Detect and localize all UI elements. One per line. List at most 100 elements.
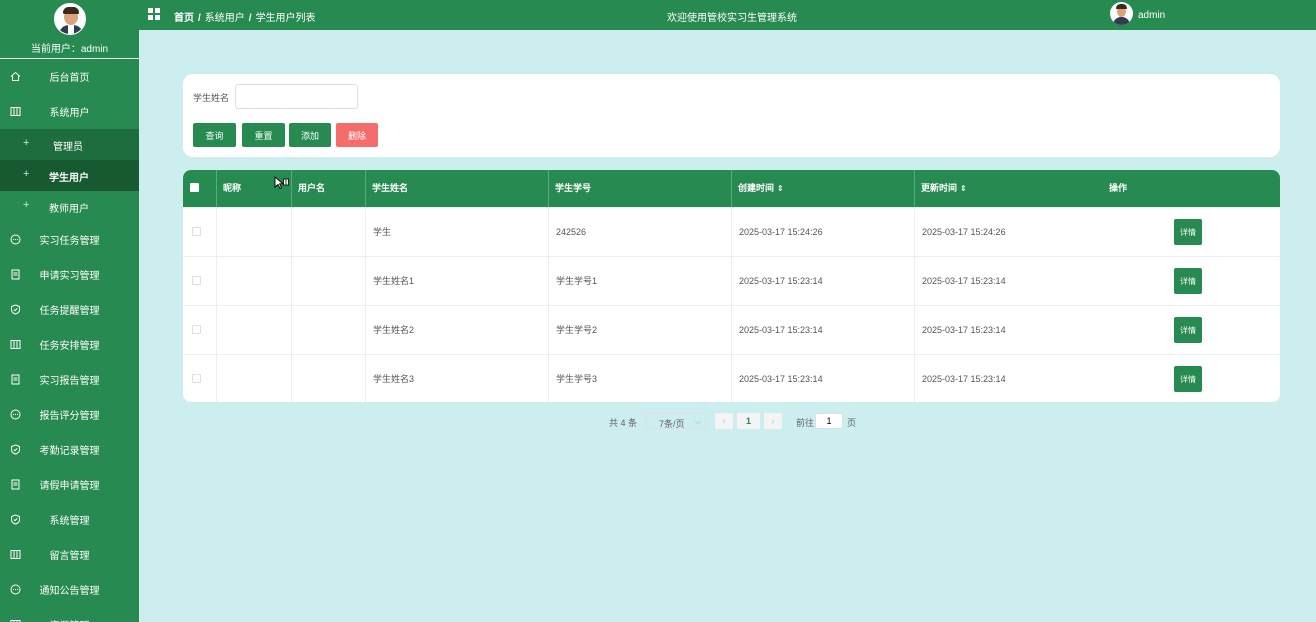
sidebar-item[interactable]: 任务安排管理 bbox=[0, 327, 139, 362]
chat-icon bbox=[10, 584, 21, 595]
cell-number: 学生学号3 bbox=[549, 355, 732, 402]
cell-updated: 2025-03-17 15:24:26 bbox=[922, 227, 1006, 237]
sidebar-subitem-label: 学生用户 bbox=[49, 173, 89, 184]
cell-name: 学生姓名1 bbox=[366, 257, 549, 305]
header-updated-time[interactable]: 更新时间 ⇕ bbox=[915, 170, 1280, 207]
search-panel: 学生姓名 查询 重置 添加 删除 bbox=[183, 74, 1280, 157]
cell-nickname bbox=[217, 208, 292, 256]
cell-created: 2025-03-17 15:23:14 bbox=[732, 306, 915, 354]
page-size-value: 7条/页 bbox=[659, 419, 685, 429]
add-button[interactable]: 添加 bbox=[289, 123, 331, 147]
breadcrumb-home[interactable]: 首页 bbox=[174, 13, 194, 24]
breadcrumb-current: 学生用户列表 bbox=[255, 13, 316, 24]
sidebar-item[interactable]: 系统管理 bbox=[0, 502, 139, 537]
cell-nickname bbox=[217, 306, 292, 354]
cell-created: 2025-03-17 15:24:26 bbox=[732, 208, 915, 256]
sidebar-item[interactable]: 留言管理 bbox=[0, 537, 139, 572]
document-icon bbox=[10, 479, 21, 490]
cell-updated: 2025-03-17 15:23:14 bbox=[922, 374, 1006, 384]
page-size-select[interactable]: 7条/页 ⌵ bbox=[645, 413, 706, 429]
cell-number: 242526 bbox=[549, 208, 732, 256]
chat-icon bbox=[10, 234, 21, 245]
sidebar-subitem-label: 管理员 bbox=[53, 142, 83, 153]
pagination: 共 4 条 7条/页 ⌵ ‹ 1 › 前往 页 bbox=[0, 413, 1316, 429]
sidebar-item[interactable]: 通知公告管理 bbox=[0, 572, 139, 607]
pagination-total: 共 4 条 bbox=[609, 418, 638, 428]
goto-page-input[interactable] bbox=[815, 413, 843, 429]
header-updated-time-label: 更新时间 bbox=[921, 183, 958, 193]
reset-button[interactable]: 重置 bbox=[242, 123, 285, 147]
document-icon bbox=[10, 269, 21, 280]
sidebar-item-system-users[interactable]: 系统用户 bbox=[0, 94, 139, 129]
sidebar-item[interactable]: 实习任务管理 bbox=[0, 222, 139, 257]
chevron-down-icon: ⌵ bbox=[694, 417, 701, 426]
welcome-title: 欢迎使用管校实习生管理系统 bbox=[667, 13, 797, 24]
shield-icon bbox=[10, 304, 21, 315]
sort-icon[interactable]: ⇕ bbox=[777, 184, 784, 193]
row-select-cell bbox=[183, 355, 217, 402]
cell-username bbox=[292, 355, 366, 402]
sort-icon[interactable]: ⇕ bbox=[960, 184, 967, 193]
cell-username bbox=[292, 208, 366, 256]
sidebar-item[interactable]: 实习报告管理 bbox=[0, 362, 139, 397]
header-student-number: 学生学号 bbox=[549, 170, 732, 207]
row-checkbox[interactable] bbox=[192, 276, 201, 285]
row-checkbox[interactable] bbox=[192, 325, 201, 334]
sidebar-item[interactable]: 任务提醒管理 bbox=[0, 292, 139, 327]
student-name-input[interactable] bbox=[235, 84, 358, 109]
cell-username bbox=[292, 306, 366, 354]
header-student-name: 学生姓名 bbox=[366, 170, 549, 207]
prev-page-button[interactable]: ‹ bbox=[715, 413, 733, 429]
detail-button[interactable]: 详情 bbox=[1174, 366, 1202, 392]
sidebar-item[interactable]: 请假申请管理 bbox=[0, 467, 139, 502]
cell-nickname bbox=[217, 355, 292, 402]
columns-icon bbox=[10, 549, 21, 560]
current-user-label: 当前用户：admin bbox=[30, 44, 109, 55]
sidebar-item-home[interactable]: 后台首页 bbox=[0, 59, 139, 94]
top-bar: 首页 / 系统用户 / 学生用户列表 欢迎使用管校实习生管理系统 admin bbox=[139, 0, 1316, 30]
header-username: 用户名 bbox=[292, 170, 366, 207]
cell-number: 学生学号1 bbox=[549, 257, 732, 305]
row-checkbox[interactable] bbox=[192, 374, 201, 383]
table-row: 学生 242526 2025-03-17 15:24:26 2025-03-17 15… bbox=[183, 207, 1280, 256]
breadcrumb: 首页 / 系统用户 / 学生用户列表 bbox=[174, 13, 316, 24]
plus-icon: + bbox=[23, 199, 30, 211]
sidebar-header: 当前用户：admin bbox=[0, 3, 139, 59]
table-row: 学生姓名3 学生学号3 2025-03-17 15:23:14 2025-03-17 … bbox=[183, 354, 1280, 402]
home-icon bbox=[10, 71, 21, 82]
plus-icon: + bbox=[23, 137, 30, 149]
delete-button[interactable]: 删除 bbox=[336, 123, 378, 147]
sidebar-item[interactable]: 申请实习管理 bbox=[0, 257, 139, 292]
cell-name: 学生姓名3 bbox=[366, 355, 549, 402]
user-avatar[interactable] bbox=[1110, 2, 1133, 25]
sidebar-item[interactable]: 考勤记录管理 bbox=[0, 432, 139, 467]
breadcrumb-system-users[interactable]: 系统用户 bbox=[205, 13, 245, 24]
sidebar-subitem-students[interactable]: + 学生用户 bbox=[0, 160, 139, 191]
cell-name: 学生 bbox=[366, 208, 549, 256]
row-select-cell bbox=[183, 208, 217, 256]
cell-number: 学生学号2 bbox=[549, 306, 732, 354]
select-all-checkbox[interactable] bbox=[190, 183, 199, 192]
cell-created: 2025-03-17 15:23:14 bbox=[732, 257, 915, 305]
document-icon bbox=[10, 374, 21, 385]
sidebar-subitem-teachers[interactable]: + 教师用户 bbox=[0, 191, 139, 222]
grid-menu-icon[interactable] bbox=[148, 8, 161, 21]
header-created-time-label: 创建时间 bbox=[738, 183, 775, 193]
page-number-current[interactable]: 1 bbox=[737, 413, 760, 429]
avatar bbox=[53, 3, 86, 35]
table-row: 学生姓名2 学生学号2 2025-03-17 15:23:14 2025-03-17 … bbox=[183, 305, 1280, 354]
detail-button[interactable]: 详情 bbox=[1174, 219, 1202, 245]
row-checkbox[interactable] bbox=[192, 227, 201, 236]
detail-button[interactable]: 详情 bbox=[1174, 268, 1202, 294]
header-created-time[interactable]: 创建时间 ⇕ bbox=[732, 170, 915, 207]
table-header: 昵称 用户名 学生姓名 学生学号 创建时间 ⇕ 更新时间 ⇕ 操作 bbox=[183, 170, 1280, 207]
header-actions: 操作 bbox=[1109, 183, 1128, 193]
next-page-button[interactable]: › bbox=[764, 413, 782, 429]
sidebar-item[interactable]: 资源管理 bbox=[0, 607, 139, 622]
sidebar-subitem-admin[interactable]: + 管理员 bbox=[0, 129, 139, 160]
detail-button[interactable]: 详情 bbox=[1174, 317, 1202, 343]
query-button[interactable]: 查询 bbox=[193, 123, 236, 147]
columns-icon bbox=[10, 106, 21, 117]
shield-icon bbox=[10, 444, 21, 455]
username-label[interactable]: admin bbox=[1138, 10, 1165, 21]
